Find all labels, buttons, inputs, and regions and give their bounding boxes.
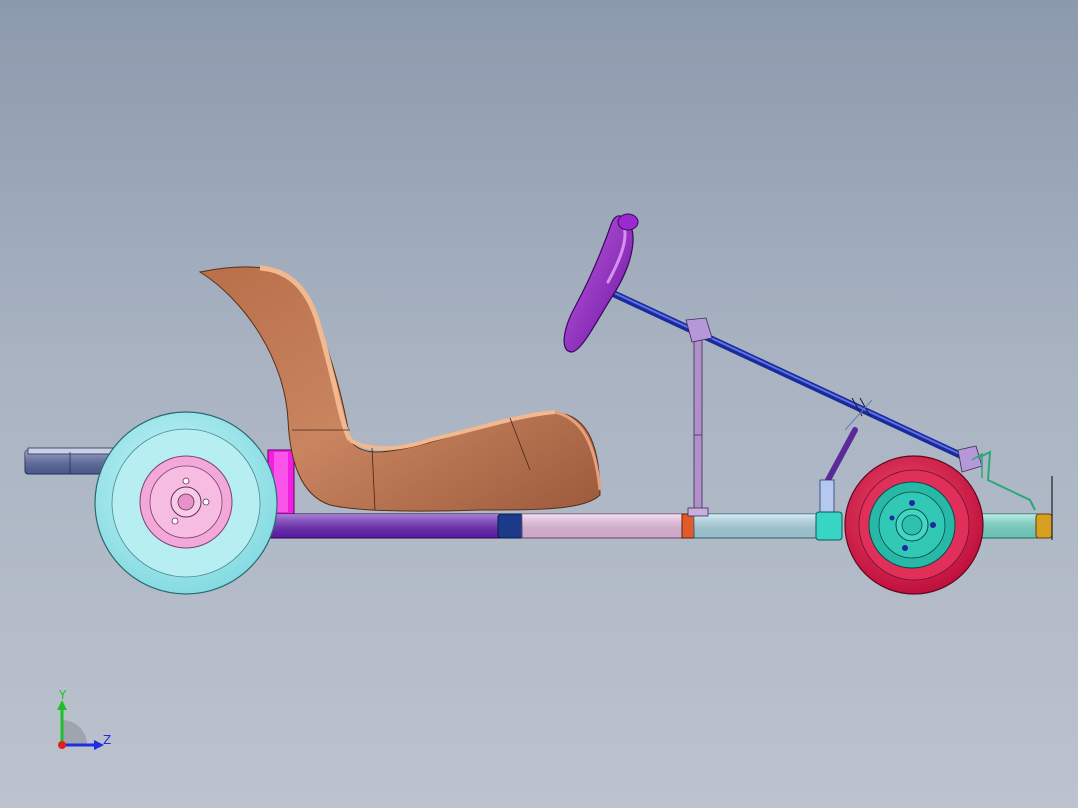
rear-wheel[interactable] [94,411,278,595]
triad-y-label: Y [58,688,67,702]
column-end-joint[interactable] [957,445,983,473]
front-bumper[interactable] [977,476,1053,540]
go-kart-model[interactable]: Y Z [0,0,1078,808]
pedal[interactable] [971,450,1036,511]
coordinate-triad: Y Z [57,688,111,750]
triad-z-label: Z [103,733,111,747]
graphics-viewport[interactable]: Y Z [0,0,1078,808]
front-hub [868,481,956,569]
column-clamp[interactable] [685,317,713,343]
chassis-rail[interactable] [267,513,823,539]
steering-column[interactable] [606,288,983,473]
steering-support-post[interactable] [687,334,709,517]
front-wheel[interactable] [844,455,984,595]
steering-wheel[interactable] [563,213,639,353]
rear-hub [139,455,233,549]
